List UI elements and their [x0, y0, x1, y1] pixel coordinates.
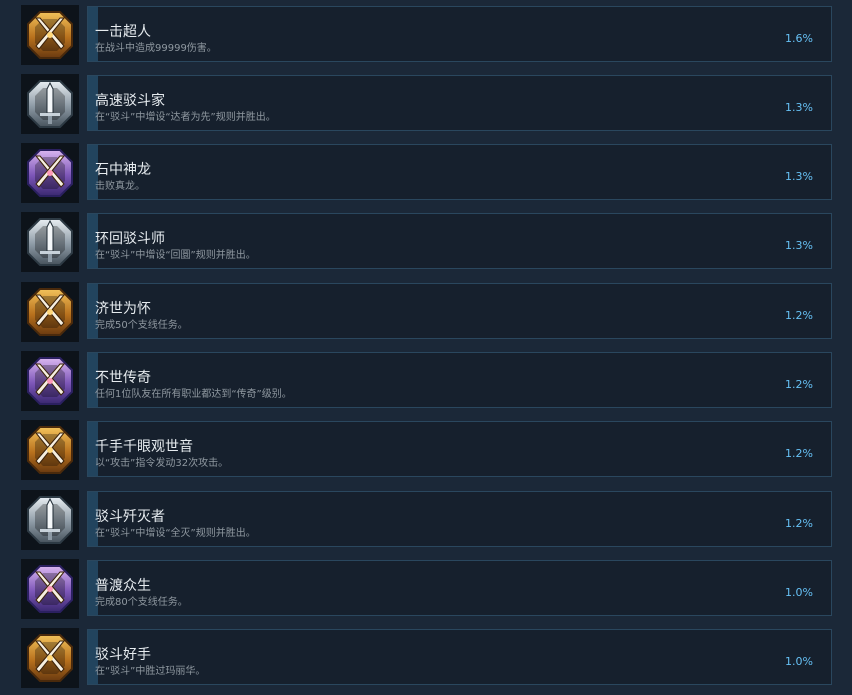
achievement-description: 完成80个支线任务。 — [95, 597, 188, 608]
achievement-row[interactable]: 千手千眼观世音以“攻击”指令发动32次攻击。 1.2% — [0, 420, 852, 480]
achievement-title: 高速驳斗家 — [95, 93, 165, 109]
achievement-description: 在“驳斗”中增设“回圜”规则并胜出。 — [95, 250, 256, 261]
achievement-description: 完成50个支线任务。 — [95, 320, 188, 331]
achievement-title: 驳斗好手 — [95, 647, 151, 663]
achievement-description: 在“驳斗”中增设“达者为先”规则并胜出。 — [95, 112, 276, 123]
achievement-list: 一击超人在战斗中造成99999伤害。 1.6% 高速驳斗家在“驳斗”中增设“达者为先… — [0, 0, 852, 695]
achievement-description: 在“驳斗”中增设“全灭”规则并胜出。 — [95, 528, 256, 539]
achievement-description: 在“驳斗”中胜过玛丽华。 — [95, 666, 206, 677]
achievement-panel: 普渡众生完成80个支线任务。 1.0% — [87, 560, 832, 616]
achievement-title: 普渡众生 — [95, 578, 151, 594]
gold-swords-badge-icon — [21, 282, 79, 342]
unlock-percentage: 1.2% — [785, 309, 813, 322]
achievement-title: 石中神龙 — [95, 162, 151, 178]
achievement-row[interactable]: 不世传奇任何1位队友在所有职业都达到“传奇”级别。 1.2% — [0, 351, 852, 411]
unlock-percentage: 1.2% — [785, 378, 813, 391]
achievement-row[interactable]: 石中神龙击败真龙。 1.3% — [0, 143, 852, 203]
platinum-swords-badge-icon — [21, 351, 79, 411]
achievement-description: 在战斗中造成99999伤害。 — [95, 43, 217, 54]
achievement-title: 千手千眼观世音 — [95, 439, 193, 455]
achievement-panel: 石中神龙击败真龙。 1.3% — [87, 144, 832, 200]
achievement-title: 不世传奇 — [95, 370, 151, 386]
unlock-percentage: 1.3% — [785, 239, 813, 252]
silver-sword-badge-icon — [21, 490, 79, 550]
unlock-percentage: 1.2% — [785, 517, 813, 530]
platinum-swords-badge-icon — [21, 143, 79, 203]
achievement-panel: 环回驳斗师在“驳斗”中增设“回圜”规则并胜出。 1.3% — [87, 213, 832, 269]
achievement-panel: 高速驳斗家在“驳斗”中增设“达者为先”规则并胜出。 1.3% — [87, 75, 832, 131]
achievement-panel: 驳斗歼灭者在“驳斗”中增设“全灭”规则并胜出。 1.2% — [87, 491, 832, 547]
unlock-percentage: 1.0% — [785, 655, 813, 668]
achievement-row[interactable]: 驳斗好手在“驳斗”中胜过玛丽华。 1.0% — [0, 628, 852, 688]
unlock-percentage: 1.0% — [785, 586, 813, 599]
achievement-panel: 不世传奇任何1位队友在所有职业都达到“传奇”级别。 1.2% — [87, 352, 832, 408]
silver-sword-badge-icon — [21, 74, 79, 134]
platinum-swords-badge-icon — [21, 559, 79, 619]
unlock-percentage: 1.2% — [785, 447, 813, 460]
achievement-title: 一击超人 — [95, 24, 151, 40]
unlock-percentage: 1.3% — [785, 170, 813, 183]
gold-swords-badge-icon — [21, 5, 79, 65]
gold-swords-badge-icon — [21, 420, 79, 480]
unlock-percentage: 1.6% — [785, 32, 813, 45]
achievement-description: 以“攻击”指令发动32次攻击。 — [95, 458, 229, 469]
achievement-row[interactable]: 普渡众生完成80个支线任务。 1.0% — [0, 559, 852, 619]
gold-swords-badge-icon — [21, 628, 79, 688]
achievement-row[interactable]: 驳斗歼灭者在“驳斗”中增设“全灭”规则并胜出。 1.2% — [0, 490, 852, 550]
achievement-row[interactable]: 高速驳斗家在“驳斗”中增设“达者为先”规则并胜出。 1.3% — [0, 74, 852, 134]
achievement-panel: 济世为怀完成50个支线任务。 1.2% — [87, 283, 832, 339]
unlock-percentage: 1.3% — [785, 101, 813, 114]
achievement-row[interactable]: 环回驳斗师在“驳斗”中增设“回圜”规则并胜出。 1.3% — [0, 212, 852, 272]
achievement-row[interactable]: 济世为怀完成50个支线任务。 1.2% — [0, 282, 852, 342]
achievement-description: 任何1位队友在所有职业都达到“传奇”级别。 — [95, 389, 292, 400]
achievement-title: 驳斗歼灭者 — [95, 509, 165, 525]
silver-sword-badge-icon — [21, 212, 79, 272]
achievement-title: 环回驳斗师 — [95, 231, 165, 247]
achievement-description: 击败真龙。 — [95, 181, 145, 192]
achievement-panel: 一击超人在战斗中造成99999伤害。 1.6% — [87, 6, 832, 62]
achievement-panel: 驳斗好手在“驳斗”中胜过玛丽华。 1.0% — [87, 629, 832, 685]
achievement-row[interactable]: 一击超人在战斗中造成99999伤害。 1.6% — [0, 5, 852, 65]
achievement-title: 济世为怀 — [95, 301, 151, 317]
achievement-panel: 千手千眼观世音以“攻击”指令发动32次攻击。 1.2% — [87, 421, 832, 477]
